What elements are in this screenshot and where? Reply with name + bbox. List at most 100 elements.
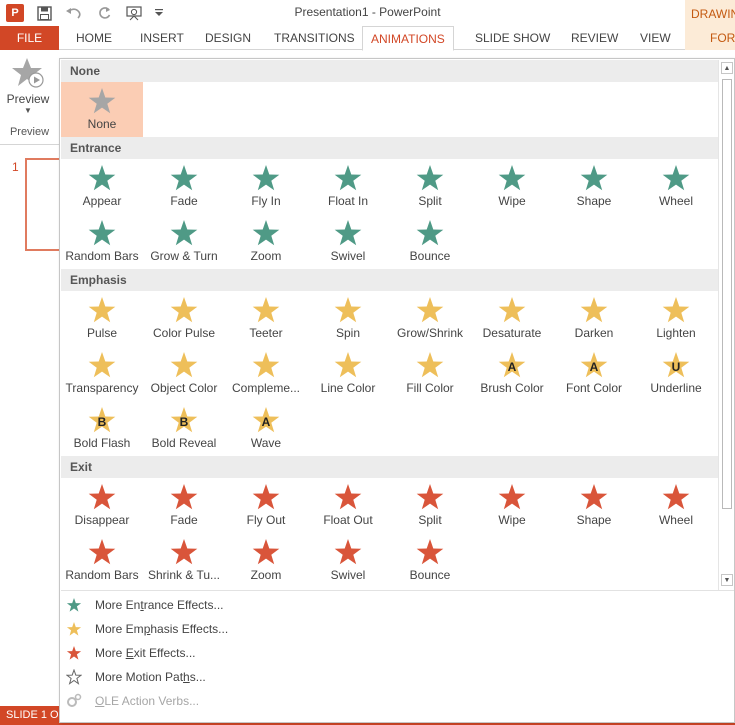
effect-exit-split[interactable]: Split [389,478,471,533]
effect-emphasis-fill-color[interactable]: Fill Color [389,346,471,401]
effect-emphasis-brush-color[interactable]: A Brush Color [471,346,553,401]
effect-none-none[interactable]: None [61,82,143,137]
teeter-star-icon [252,297,280,323]
tab-review[interactable]: REVIEW [571,26,618,50]
effect-emphasis-font-color[interactable]: A Font Color [553,346,635,401]
effect-exit-disappear[interactable]: Disappear [61,478,143,533]
effect-entrance-bounce[interactable]: Bounce [389,214,471,269]
effect-emphasis-object-color[interactable]: Object Color [143,346,225,401]
effect-emphasis-wave[interactable]: A Wave [225,401,307,456]
effect-emphasis-spin[interactable]: Spin [307,291,389,346]
effect-entrance-fly-in[interactable]: Fly In [225,159,307,214]
effect-label: Zoom [250,249,282,263]
grow-turn-star-icon [170,220,198,246]
effect-emphasis-pulse[interactable]: Pulse [61,291,143,346]
scroll-down-arrow-icon[interactable]: ▼ [721,574,733,586]
effect-label: Desaturate [482,326,542,340]
tab-home[interactable]: HOME [76,26,112,50]
effect-label: Zoom [250,568,282,582]
window-title: Presentation1 - PowerPoint [294,5,441,19]
slide-number: 1 [12,160,19,174]
spin-star-icon [334,297,362,323]
tab-insert[interactable]: INSERT [140,26,184,50]
effect-label: Bounce [409,249,451,263]
effect-entrance-float-in[interactable]: Float In [307,159,389,214]
more-link-more-emphasis-effects[interactable]: More Emphasis Effects... [61,618,734,640]
random-bars-exit-star-icon [88,539,116,565]
effect-entrance-wheel[interactable]: Wheel [635,159,717,214]
effect-exit-shape[interactable]: Shape [553,478,635,533]
tab-animations[interactable]: ANIMATIONS [362,26,454,51]
effect-exit-random-bars[interactable]: Random Bars [61,533,143,588]
effect-exit-zoom[interactable]: Zoom [225,533,307,588]
effect-entrance-wipe[interactable]: Wipe [471,159,553,214]
effect-label: Split [418,194,442,208]
more-link-more-entrance-effects[interactable]: More Entrance Effects... [61,594,734,616]
effect-exit-wipe[interactable]: Wipe [471,478,553,533]
wheel-exit-star-icon [662,484,690,510]
slide-count-status[interactable]: SLIDE 1 OF [6,709,65,721]
effect-emphasis-line-color[interactable]: Line Color [307,346,389,401]
effect-entrance-split[interactable]: Split [389,159,471,214]
gallery-scrollbar[interactable]: ▲ ▼ [718,60,734,590]
tab-format[interactable]: FORI [685,26,735,50]
effect-entrance-zoom[interactable]: Zoom [225,214,307,269]
effect-entrance-grow-turn[interactable]: Grow & Turn [143,214,225,269]
more-link-more-motion-paths[interactable]: More Motion Paths... [61,666,734,688]
tab-transitions[interactable]: TRANSITIONS [274,26,355,50]
effect-emphasis-grow-shrink[interactable]: Grow/Shrink [389,291,471,346]
effect-label: Random Bars [65,568,139,582]
underline-star-icon: U [662,352,690,378]
effect-emphasis-bold-flash[interactable]: B Bold Flash [61,401,143,456]
effect-emphasis-darken[interactable]: Darken [553,291,635,346]
effect-exit-fade[interactable]: Fade [143,478,225,533]
effect-label: Pulse [86,326,118,340]
effect-exit-swivel[interactable]: Swivel [307,533,389,588]
effect-entrance-swivel[interactable]: Swivel [307,214,389,269]
effect-emphasis-lighten[interactable]: Lighten [635,291,717,346]
slides-pane: 1 [0,146,65,706]
effect-label: Object Color [150,381,218,395]
tab-slide-show[interactable]: SLIDE SHOW [475,26,550,50]
scrollbar-thumb[interactable] [722,79,732,509]
tab-design[interactable]: DESIGN [205,26,251,50]
more-link-more-exit-effects[interactable]: More Exit Effects... [61,642,734,664]
effect-entrance-appear[interactable]: Appear [61,159,143,214]
effect-label: Compleme... [231,381,301,395]
effect-emphasis-desaturate[interactable]: Desaturate [471,291,553,346]
effect-entrance-random-bars[interactable]: Random Bars [61,214,143,269]
effect-label: Wipe [498,194,526,208]
appear-star-icon [88,165,116,191]
scroll-up-arrow-icon[interactable]: ▲ [721,62,733,74]
effect-emphasis-color-pulse[interactable]: Color Pulse [143,291,225,346]
fill-color-star-icon [416,352,444,378]
bounce-star-icon [416,220,444,246]
effect-exit-wheel[interactable]: Wheel [635,478,717,533]
effect-emphasis-teeter[interactable]: Teeter [225,291,307,346]
effect-emphasis-underline[interactable]: U Underline [635,346,717,401]
effect-exit-fly-out[interactable]: Fly Out [225,478,307,533]
tab-file[interactable]: FILE [0,26,59,50]
effect-entrance-shape[interactable]: Shape [553,159,635,214]
effect-label: Wheel [658,194,693,208]
preview-button[interactable]: Preview ▼ [2,54,54,124]
effect-entrance-fade[interactable]: Fade [143,159,225,214]
disappear-star-icon [88,484,116,510]
effect-emphasis-compleme[interactable]: Compleme... [225,346,307,401]
effect-label: Bold Flash [73,436,131,450]
effect-label: Shape [576,194,612,208]
bounce-exit-star-icon [416,539,444,565]
darken-star-icon [580,297,608,323]
effect-label: Teeter [249,326,283,340]
preview-dropdown-arrow-icon[interactable]: ▼ [2,106,54,115]
effect-exit-bounce[interactable]: Bounce [389,533,471,588]
effect-emphasis-transparency[interactable]: Transparency [61,346,143,401]
category-header-entrance: Entrance [61,137,718,159]
effect-label: Wipe [498,513,526,527]
effect-exit-float-out[interactable]: Float Out [307,478,389,533]
effect-label: Fade [170,513,198,527]
effect-exit-shrink-tu[interactable]: Shrink & Tu... [143,533,225,588]
tab-view[interactable]: VIEW [640,26,671,50]
effect-emphasis-bold-reveal[interactable]: B Bold Reveal [143,401,225,456]
effect-label: Brush Color [480,381,544,395]
